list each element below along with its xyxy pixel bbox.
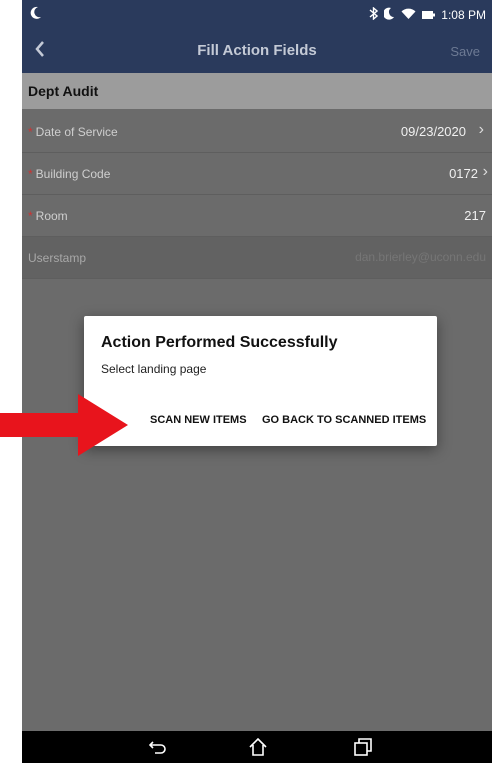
system-nav-bar [22, 731, 492, 763]
app-bar: Fill Action Fields Save [22, 30, 492, 73]
field-label: * Room [28, 209, 68, 223]
building-code-row[interactable]: * Building Code 0172 › [22, 153, 492, 195]
wifi-icon [401, 8, 416, 23]
date-of-service-row[interactable]: * Date of Service 09/23/2020 › [22, 111, 492, 153]
field-label: * Date of Service [28, 125, 118, 139]
chevron-right-icon: › [478, 121, 484, 138]
dialog-title: Action Performed Successfully [101, 334, 338, 351]
red-arrow-annotation [0, 392, 130, 463]
success-dialog: Action Performed Successfully Select lan… [84, 316, 437, 446]
home-icon[interactable] [248, 737, 268, 761]
section-title: Dept Audit [28, 83, 99, 99]
date-of-service-value: 09/23/2020 [400, 124, 466, 139]
room-label: Room [35, 209, 68, 223]
building-code-value: 0172 [449, 166, 478, 181]
userstamp-label: Userstamp [28, 251, 87, 265]
userstamp-row: Userstamp dan.brierley@uconn.edu [22, 237, 492, 279]
field-label: * Building Code [28, 167, 110, 181]
userstamp-value: dan.brierley@uconn.edu [355, 250, 486, 264]
go-back-to-scanned-items-button[interactable]: GO BACK TO SCANNED ITEMS [262, 414, 426, 426]
required-marker: * [28, 167, 33, 181]
dialog-message: Select landing page [101, 362, 207, 376]
scan-new-items-button[interactable]: SCAN NEW ITEMS [150, 414, 247, 426]
required-marker: * [28, 209, 33, 223]
room-input[interactable]: 217 [464, 208, 486, 223]
required-marker: * [28, 125, 33, 139]
status-time: 1:08 PM [441, 8, 486, 22]
status-bar: 1:08 PM [22, 0, 492, 30]
recents-icon[interactable] [354, 738, 372, 761]
section-header: Dept Audit [22, 73, 492, 109]
moon-icon [383, 7, 395, 23]
save-button[interactable]: Save [450, 44, 480, 59]
page-title: Fill Action Fields [197, 42, 317, 59]
building-code-label: Building Code [35, 167, 111, 181]
date-of-service-label: Date of Service [35, 125, 118, 139]
bluetooth-icon [369, 6, 379, 23]
room-row[interactable]: * Room 217 [22, 195, 492, 237]
battery-icon [422, 8, 436, 23]
chevron-right-icon: › [482, 163, 488, 180]
moon-icon [30, 6, 42, 23]
back-icon[interactable] [148, 738, 167, 761]
